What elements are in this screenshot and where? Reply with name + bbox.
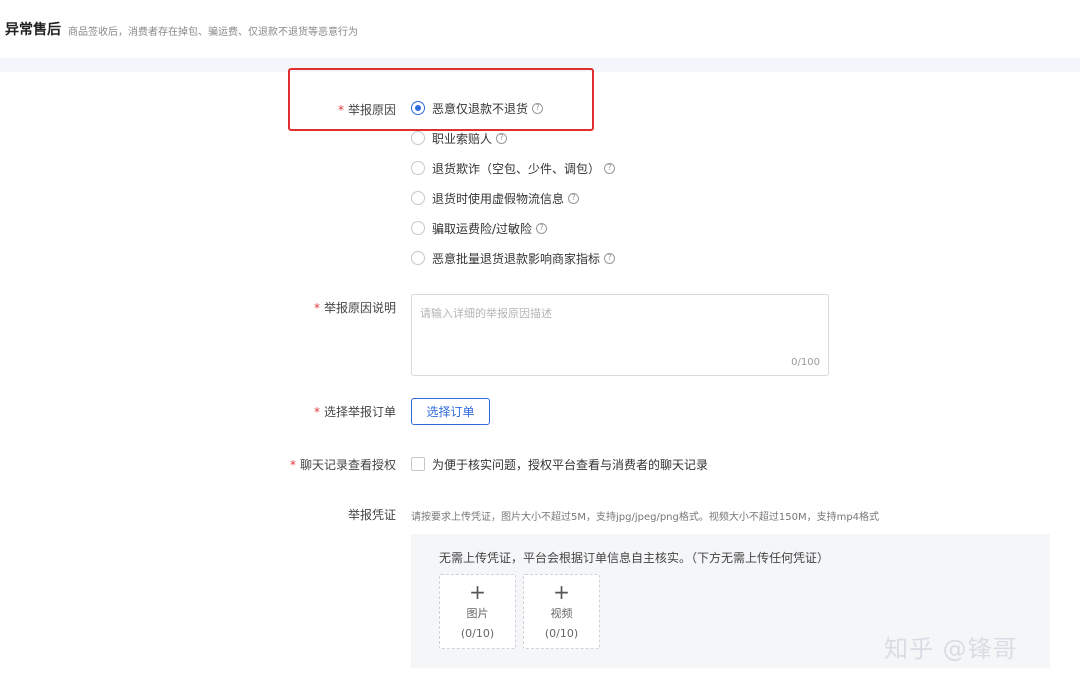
reason-option-6[interactable]: 恶意批量退货退款影响商家指标 ?	[411, 249, 616, 267]
evidence-label: 举报凭证	[347, 508, 396, 522]
radio-icon[interactable]	[411, 131, 425, 145]
required-mark: *	[313, 301, 320, 315]
page-description: 商品签收后，消费者存在掉包、骗运费、仅退款不退货等恶意行为	[68, 27, 358, 38]
plus-icon: +	[553, 580, 570, 604]
reason-option-3[interactable]: 退货欺诈（空包、少件、调包） ?	[411, 159, 616, 177]
textarea-placeholder: 请输入详细的举报原因描述	[420, 307, 552, 320]
radio-icon[interactable]	[411, 251, 425, 265]
help-icon[interactable]: ?	[496, 132, 508, 144]
upload-tile-label: 视频	[550, 607, 573, 620]
reason-option-label: 骗取运费险/过敏险	[432, 221, 533, 236]
char-counter: 0/100	[791, 357, 820, 368]
radio-icon[interactable]	[411, 221, 425, 235]
help-icon[interactable]: ?	[568, 192, 580, 204]
upload-tile-label: 图片	[466, 607, 489, 620]
upload-video-tile[interactable]: + 视频 (0/10)	[523, 574, 600, 649]
help-icon[interactable]: ?	[536, 222, 548, 234]
reason-desc-textarea[interactable]: 请输入详细的举报原因描述 0/100	[411, 294, 829, 376]
required-mark: *	[289, 458, 296, 472]
select-order-button[interactable]: 选择订单	[411, 398, 490, 425]
reason-option-label: 职业索赔人	[432, 131, 493, 146]
upload-tile-count: (0/10)	[460, 627, 495, 640]
highlight-annotation-box	[288, 68, 594, 131]
plus-icon: +	[469, 580, 486, 604]
radio-icon[interactable]	[411, 161, 425, 175]
reason-option-5[interactable]: 骗取运费险/过敏险 ?	[411, 219, 548, 237]
watermark: 知乎 @锋哥	[884, 635, 1018, 663]
upload-image-tile[interactable]: + 图片 (0/10)	[439, 574, 516, 649]
chat-auth-checkbox-label[interactable]: 为便于核实问题，授权平台查看与消费者的聊天记录	[432, 456, 708, 473]
page-header: 异常售后 商品签收后，消费者存在掉包、骗运费、仅退款不退货等恶意行为	[0, 0, 1080, 60]
page-title: 异常售后	[5, 22, 61, 38]
reason-option-label: 退货欺诈（空包、少件、调包）	[432, 161, 601, 176]
order-label: * 选择举报订单	[313, 405, 396, 419]
reason-option-label: 退货时使用虚假物流信息	[432, 191, 565, 206]
help-icon[interactable]: ?	[604, 162, 616, 174]
help-icon[interactable]: ?	[604, 252, 616, 264]
chat-auth-label: * 聊天记录查看授权	[289, 458, 396, 472]
upload-tile-count: (0/10)	[544, 627, 579, 640]
upload-notice: 无需上传凭证，平台会根据订单信息自主核实。（下方无需上传任何凭证）	[439, 551, 830, 565]
radio-icon[interactable]	[411, 191, 425, 205]
reason-option-4[interactable]: 退货时使用虚假物流信息 ?	[411, 189, 580, 207]
report-form-page: 异常售后 商品签收后，消费者存在掉包、骗运费、仅退款不退货等恶意行为 * 举报原因…	[0, 0, 1080, 691]
required-mark: *	[313, 405, 320, 419]
reason-desc-label: * 举报原因说明	[313, 301, 396, 315]
reason-option-label: 恶意批量退货退款影响商家指标	[432, 251, 601, 266]
reason-option-2[interactable]: 职业索赔人 ?	[411, 129, 508, 147]
chat-auth-checkbox[interactable]	[411, 457, 425, 471]
evidence-hint: 请按要求上传凭证，图片大小不超过5M，支持jpg/jpeg/png格式。视频大小…	[411, 512, 880, 523]
